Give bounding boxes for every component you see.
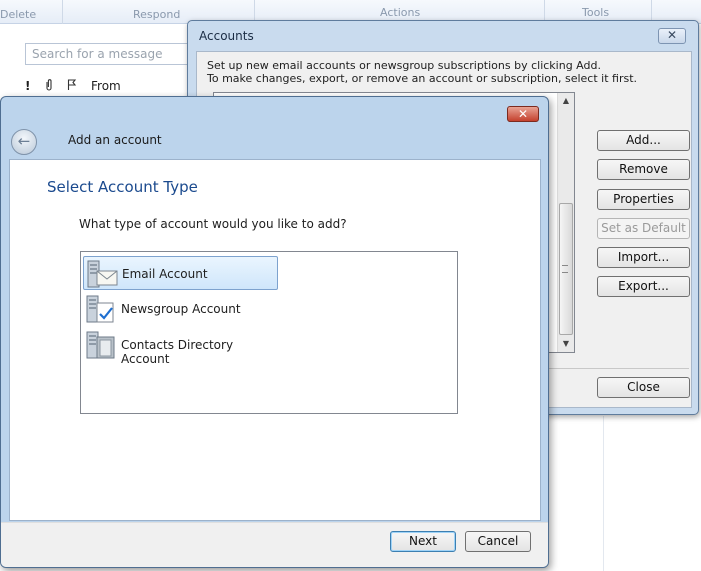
add-account-dialog: ✕ ← Add an account Select Account Type W… bbox=[0, 96, 549, 568]
list-item-contacts-directory-account[interactable]: Contacts Directory Account bbox=[83, 328, 278, 366]
import-button[interactable]: Import... bbox=[597, 247, 690, 268]
accounts-instructions: Set up new email accounts or newsgroup s… bbox=[207, 59, 637, 85]
accounts-instruction-line: To make changes, export, or remove an ac… bbox=[207, 72, 638, 85]
newsgroup-account-icon bbox=[86, 295, 114, 323]
account-type-prompt: What type of account would you like to a… bbox=[79, 217, 347, 231]
accounts-list-scrollbar[interactable]: ▲ ▼ bbox=[557, 93, 574, 352]
set-default-button: Set as Default bbox=[597, 218, 690, 239]
account-type-label: Email Account bbox=[122, 267, 208, 281]
wizard-title: Add an account bbox=[68, 133, 162, 147]
close-button[interactable]: Close bbox=[597, 377, 690, 398]
remove-button[interactable]: Remove bbox=[597, 159, 690, 180]
email-account-icon bbox=[87, 260, 118, 288]
account-type-label: Contacts Directory Account bbox=[121, 338, 234, 366]
contacts-directory-icon bbox=[86, 331, 115, 359]
importance-column[interactable]: ! bbox=[25, 79, 30, 93]
export-button[interactable]: Export... bbox=[597, 276, 690, 297]
ribbon-separator bbox=[62, 0, 63, 24]
list-item-newsgroup-account[interactable]: Newsgroup Account bbox=[83, 292, 278, 326]
accounts-dialog-title: Accounts bbox=[199, 29, 254, 43]
attachment-icon[interactable] bbox=[44, 79, 54, 95]
ribbon-group-delete[interactable]: Delete bbox=[0, 8, 36, 21]
accounts-instruction-line: Set up new email accounts or newsgroup s… bbox=[207, 59, 601, 72]
properties-button[interactable]: Properties bbox=[597, 189, 690, 210]
scroll-up-icon[interactable]: ▲ bbox=[558, 93, 574, 109]
account-type-label: Newsgroup Account bbox=[121, 302, 241, 316]
message-list-header: ! From bbox=[0, 74, 200, 96]
accounts-close-icon[interactable]: ✕ bbox=[658, 28, 686, 44]
wizard-content: Select Account Type What type of account… bbox=[9, 159, 541, 521]
close-icon[interactable]: ✕ bbox=[507, 106, 539, 122]
next-button[interactable]: Next bbox=[390, 531, 456, 552]
add-button[interactable]: Add... bbox=[597, 130, 690, 151]
ribbon-group-actions[interactable]: Actions bbox=[380, 6, 420, 19]
back-arrow-icon[interactable]: ← bbox=[11, 129, 37, 155]
account-type-list[interactable]: Email Account Newsgroup Account Contacts… bbox=[80, 251, 458, 414]
wizard-footer: Next Cancel bbox=[1, 522, 548, 567]
page-title: Select Account Type bbox=[47, 178, 198, 196]
from-column[interactable]: From bbox=[91, 79, 121, 93]
ribbon-group-respond[interactable]: Respond bbox=[133, 8, 180, 21]
reading-pane bbox=[603, 416, 701, 571]
cancel-button[interactable]: Cancel bbox=[465, 531, 531, 552]
scroll-down-icon[interactable]: ▼ bbox=[558, 336, 574, 352]
ribbon-group-tools[interactable]: Tools bbox=[582, 6, 609, 19]
flag-icon[interactable] bbox=[67, 79, 77, 94]
scroll-grip-icon bbox=[562, 265, 568, 273]
list-item-email-account[interactable]: Email Account bbox=[83, 256, 278, 290]
